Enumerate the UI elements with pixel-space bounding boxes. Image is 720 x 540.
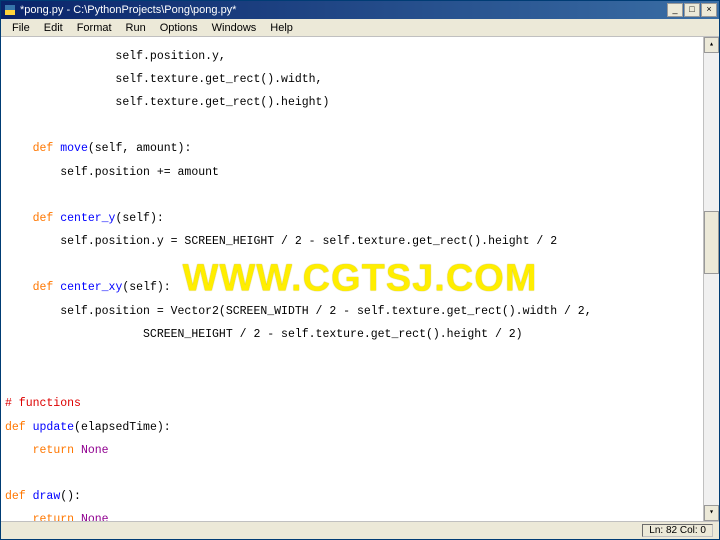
close-button[interactable]: ×	[701, 3, 717, 17]
code-line	[5, 120, 699, 132]
code-line: self.position += amount	[5, 167, 699, 179]
scroll-track[interactable]	[704, 53, 719, 505]
menu-run[interactable]: Run	[119, 21, 153, 35]
vertical-scrollbar[interactable]: ▴ ▾	[703, 37, 719, 521]
menu-edit[interactable]: Edit	[37, 21, 70, 35]
code-line: def draw():	[5, 491, 699, 503]
menu-windows[interactable]: Windows	[205, 21, 264, 35]
titlebar[interactable]: *pong.py - C:\PythonProjects\Pong\pong.p…	[1, 1, 719, 19]
idle-window: *pong.py - C:\PythonProjects\Pong\pong.p…	[0, 0, 720, 540]
scroll-down-button[interactable]: ▾	[704, 505, 719, 521]
editor-container: self.position.y, self.texture.get_rect()…	[1, 37, 719, 521]
status-position: Ln: 82 Col: 0	[642, 524, 713, 537]
code-line: self.position = Vector2(SCREEN_WIDTH / 2…	[5, 306, 699, 318]
menubar: File Edit Format Run Options Windows Hel…	[1, 19, 719, 37]
statusbar: Ln: 82 Col: 0	[1, 521, 719, 539]
maximize-button[interactable]: □	[684, 3, 700, 17]
code-line	[5, 259, 699, 271]
python-icon	[3, 3, 17, 17]
code-line: def center_xy(self):	[5, 282, 699, 294]
code-line	[5, 190, 699, 202]
code-line: self.position.y,	[5, 51, 699, 63]
code-line: def center_y(self):	[5, 213, 699, 225]
code-line: self.texture.get_rect().height)	[5, 97, 699, 109]
menu-format[interactable]: Format	[70, 21, 119, 35]
code-line: self.position.y = SCREEN_HEIGHT / 2 - se…	[5, 236, 699, 248]
code-line: SCREEN_HEIGHT / 2 - self.texture.get_rec…	[5, 329, 699, 341]
menu-help[interactable]: Help	[263, 21, 300, 35]
code-editor[interactable]: self.position.y, self.texture.get_rect()…	[1, 37, 703, 521]
code-line	[5, 352, 699, 364]
code-line: def update(elapsedTime):	[5, 422, 699, 434]
menu-file[interactable]: File	[5, 21, 37, 35]
code-line	[5, 375, 699, 387]
code-line: return None	[5, 514, 699, 521]
window-title: *pong.py - C:\PythonProjects\Pong\pong.p…	[20, 4, 667, 16]
code-line: return None	[5, 445, 699, 457]
code-line	[5, 468, 699, 480]
window-controls: _ □ ×	[667, 3, 717, 17]
scroll-up-button[interactable]: ▴	[704, 37, 719, 53]
code-line: def move(self, amount):	[5, 143, 699, 155]
menu-options[interactable]: Options	[153, 21, 205, 35]
code-line: self.texture.get_rect().width,	[5, 74, 699, 86]
minimize-button[interactable]: _	[667, 3, 683, 17]
scroll-thumb[interactable]	[704, 211, 719, 274]
code-line: # functions	[5, 398, 699, 410]
